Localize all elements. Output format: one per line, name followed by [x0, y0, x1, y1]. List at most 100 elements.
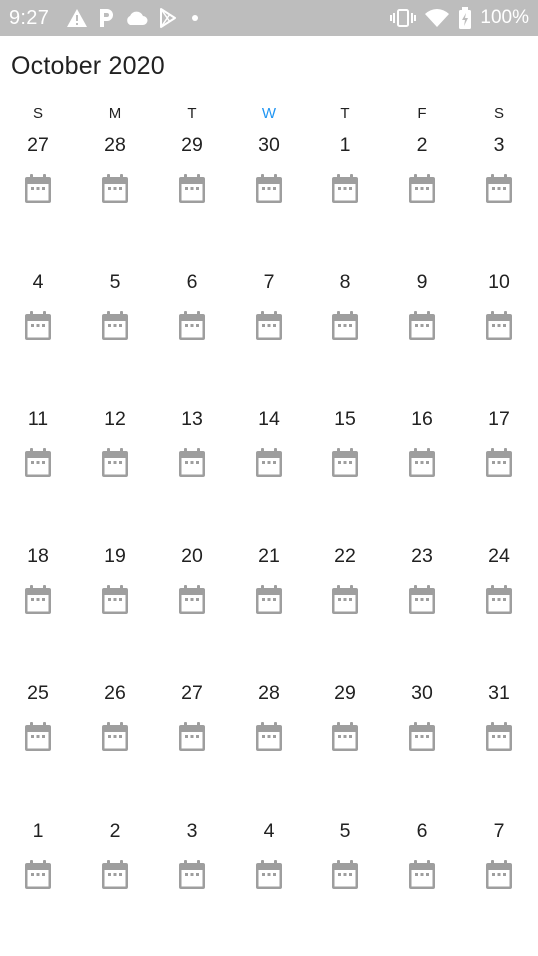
calendar-icon[interactable]	[101, 174, 129, 204]
day-cell[interactable]: 11	[3, 408, 73, 518]
day-cell[interactable]: 9	[387, 271, 457, 381]
calendar-icon[interactable]	[178, 174, 206, 204]
battery-icon	[458, 7, 472, 29]
calendar-icon[interactable]	[331, 448, 359, 478]
calendar-icon[interactable]	[485, 311, 513, 341]
day-cell[interactable]: 29	[310, 682, 380, 792]
day-cell[interactable]: 28	[234, 682, 304, 792]
day-cell[interactable]: 3	[157, 820, 227, 930]
day-cell[interactable]: 23	[387, 545, 457, 655]
calendar-icon[interactable]	[485, 722, 513, 752]
calendar-icon[interactable]	[255, 311, 283, 341]
day-cell[interactable]: 1	[310, 134, 380, 244]
weekday-label: T	[340, 105, 350, 122]
day-cell[interactable]: 25	[3, 682, 73, 792]
calendar-icon[interactable]	[331, 311, 359, 341]
calendar-icon[interactable]	[408, 585, 436, 615]
calendar-icon[interactable]	[255, 722, 283, 752]
day-cell[interactable]: 29	[157, 134, 227, 244]
calendar-icon[interactable]	[24, 860, 52, 890]
calendar-icon[interactable]	[331, 585, 359, 615]
calendar-icon[interactable]	[101, 860, 129, 890]
day-cell[interactable]: 28	[80, 134, 150, 244]
calendar-icon[interactable]	[485, 585, 513, 615]
day-cell[interactable]: 30	[387, 682, 457, 792]
calendar-icon[interactable]	[255, 585, 283, 615]
calendar-icon[interactable]	[24, 448, 52, 478]
day-cell[interactable]: 5	[310, 820, 380, 930]
play-store-icon	[158, 8, 178, 28]
day-cell[interactable]: 22	[310, 545, 380, 655]
day-cell[interactable]: 7	[234, 271, 304, 381]
day-cell[interactable]: 2	[387, 134, 457, 244]
day-cell[interactable]: 8	[310, 271, 380, 381]
day-cell[interactable]: 26	[80, 682, 150, 792]
weekday-label: M	[108, 105, 122, 122]
day-number: 20	[181, 545, 203, 567]
calendar-icon[interactable]	[255, 174, 283, 204]
day-cell[interactable]: 7	[464, 820, 534, 930]
day-cell[interactable]: 21	[234, 545, 304, 655]
calendar-icon[interactable]	[178, 722, 206, 752]
calendar-icon[interactable]	[255, 448, 283, 478]
dot-icon	[188, 11, 202, 25]
calendar-icon[interactable]	[485, 860, 513, 890]
day-cell[interactable]: 2	[80, 820, 150, 930]
day-cell[interactable]: 6	[387, 820, 457, 930]
calendar-icon[interactable]	[24, 174, 52, 204]
calendar-icon[interactable]	[101, 311, 129, 341]
day-cell[interactable]: 20	[157, 545, 227, 655]
calendar-icon[interactable]	[408, 722, 436, 752]
day-cell[interactable]: 5	[80, 271, 150, 381]
day-number: 15	[334, 408, 356, 430]
day-number: 28	[258, 682, 280, 704]
day-cell[interactable]: 3	[464, 134, 534, 244]
calendar-icon[interactable]	[24, 311, 52, 341]
day-cell[interactable]: 13	[157, 408, 227, 518]
day-cell[interactable]: 4	[234, 820, 304, 930]
day-cell[interactable]: 17	[464, 408, 534, 518]
day-cell[interactable]: 14	[234, 408, 304, 518]
calendar-icon[interactable]	[178, 448, 206, 478]
calendar-icon[interactable]	[485, 174, 513, 204]
calendar-icon[interactable]	[408, 448, 436, 478]
calendar-icon[interactable]	[485, 448, 513, 478]
day-cell[interactable]: 10	[464, 271, 534, 381]
day-number: 13	[181, 408, 203, 430]
day-number: 31	[488, 682, 510, 704]
battery-percentage: 100%	[480, 7, 529, 28]
calendar-icon[interactable]	[24, 722, 52, 752]
day-cell[interactable]: 30	[234, 134, 304, 244]
calendar-icon[interactable]	[255, 860, 283, 890]
day-cell[interactable]: 6	[157, 271, 227, 381]
day-cell[interactable]: 1	[3, 820, 73, 930]
day-cell[interactable]: 31	[464, 682, 534, 792]
calendar-icon[interactable]	[331, 174, 359, 204]
calendar-icon[interactable]	[101, 585, 129, 615]
day-number: 29	[334, 682, 356, 704]
day-number: 12	[104, 408, 126, 430]
calendar-icon[interactable]	[331, 860, 359, 890]
calendar-icon[interactable]	[101, 448, 129, 478]
day-cell[interactable]: 27	[3, 134, 73, 244]
calendar-icon[interactable]	[178, 860, 206, 890]
calendar-icon[interactable]	[24, 585, 52, 615]
calendar-icon[interactable]	[101, 722, 129, 752]
day-cell[interactable]: 18	[3, 545, 73, 655]
day-cell[interactable]: 16	[387, 408, 457, 518]
calendar-icon[interactable]	[331, 722, 359, 752]
calendar-icon[interactable]	[178, 585, 206, 615]
day-cell[interactable]: 12	[80, 408, 150, 518]
day-cell[interactable]: 19	[80, 545, 150, 655]
day-number: 23	[411, 545, 433, 567]
status-bar: 9:27 100%	[0, 0, 538, 36]
calendar-icon[interactable]	[178, 311, 206, 341]
day-cell[interactable]: 24	[464, 545, 534, 655]
day-cell[interactable]: 27	[157, 682, 227, 792]
day-cell[interactable]: 15	[310, 408, 380, 518]
day-cell[interactable]: 4	[3, 271, 73, 381]
status-time: 9:27	[9, 7, 50, 29]
calendar-icon[interactable]	[408, 860, 436, 890]
calendar-icon[interactable]	[408, 174, 436, 204]
calendar-icon[interactable]	[408, 311, 436, 341]
